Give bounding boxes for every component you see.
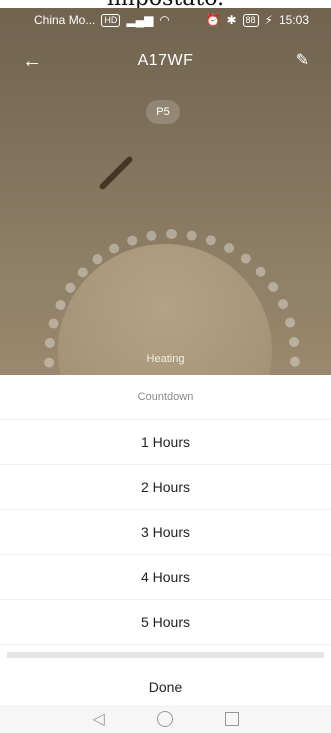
countdown-option-3-hours[interactable]: 3 Hours bbox=[0, 510, 331, 555]
countdown-title: Countdown bbox=[0, 375, 331, 420]
done-button[interactable]: Done bbox=[0, 665, 331, 709]
mode-badge[interactable]: P5 bbox=[146, 100, 180, 124]
hd-badge: HD bbox=[101, 13, 121, 27]
edit-pencil-icon[interactable]: ✎ bbox=[296, 50, 309, 70]
system-navigation-bar: ◁ bbox=[0, 705, 331, 733]
sheet-separator bbox=[7, 652, 324, 658]
clock-time: 15:03 bbox=[278, 13, 309, 27]
bluetooth-icon: ✱ bbox=[226, 13, 237, 27]
countdown-option-4-hours[interactable]: 4 Hours bbox=[0, 555, 331, 600]
device-title: A17WF bbox=[137, 52, 194, 69]
countdown-option-1-hours[interactable]: 1 Hours bbox=[0, 420, 331, 465]
alarm-icon: ⏰ bbox=[205, 13, 221, 27]
wifi-icon: ◠ bbox=[159, 13, 170, 27]
signal-icon: ▂▄▆ bbox=[126, 13, 154, 27]
nav-back-icon[interactable]: ◁ bbox=[92, 709, 104, 729]
charging-icon: ⚡ bbox=[264, 13, 273, 27]
battery-level: 88 bbox=[242, 13, 259, 27]
countdown-option-5-hours[interactable]: 5 Hours bbox=[0, 600, 331, 645]
status-left: China Mo... HD ▂▄▆ ◠ bbox=[34, 13, 170, 27]
nav-home-icon[interactable] bbox=[156, 711, 173, 727]
heating-status: Heating bbox=[146, 353, 185, 365]
countdown-option-2-hours[interactable]: 2 Hours bbox=[0, 465, 331, 510]
status-right: ⏰ ✱ 88 ⚡ 15:03 bbox=[206, 13, 310, 27]
top-header: ← A17WF ✎ bbox=[0, 42, 331, 82]
countdown-bottom-sheet: Countdown 1 Hours 2 Hours 3 Hours 4 Hour… bbox=[0, 375, 331, 733]
status-bar: China Mo... HD ▂▄▆ ◠ ⏰ ✱ 88 ⚡ 15:03 bbox=[0, 8, 331, 32]
carrier-name: China Mo... bbox=[34, 13, 96, 27]
top-cropped-text: impostato. bbox=[0, 0, 331, 8]
nav-recents-icon[interactable] bbox=[224, 712, 239, 726]
